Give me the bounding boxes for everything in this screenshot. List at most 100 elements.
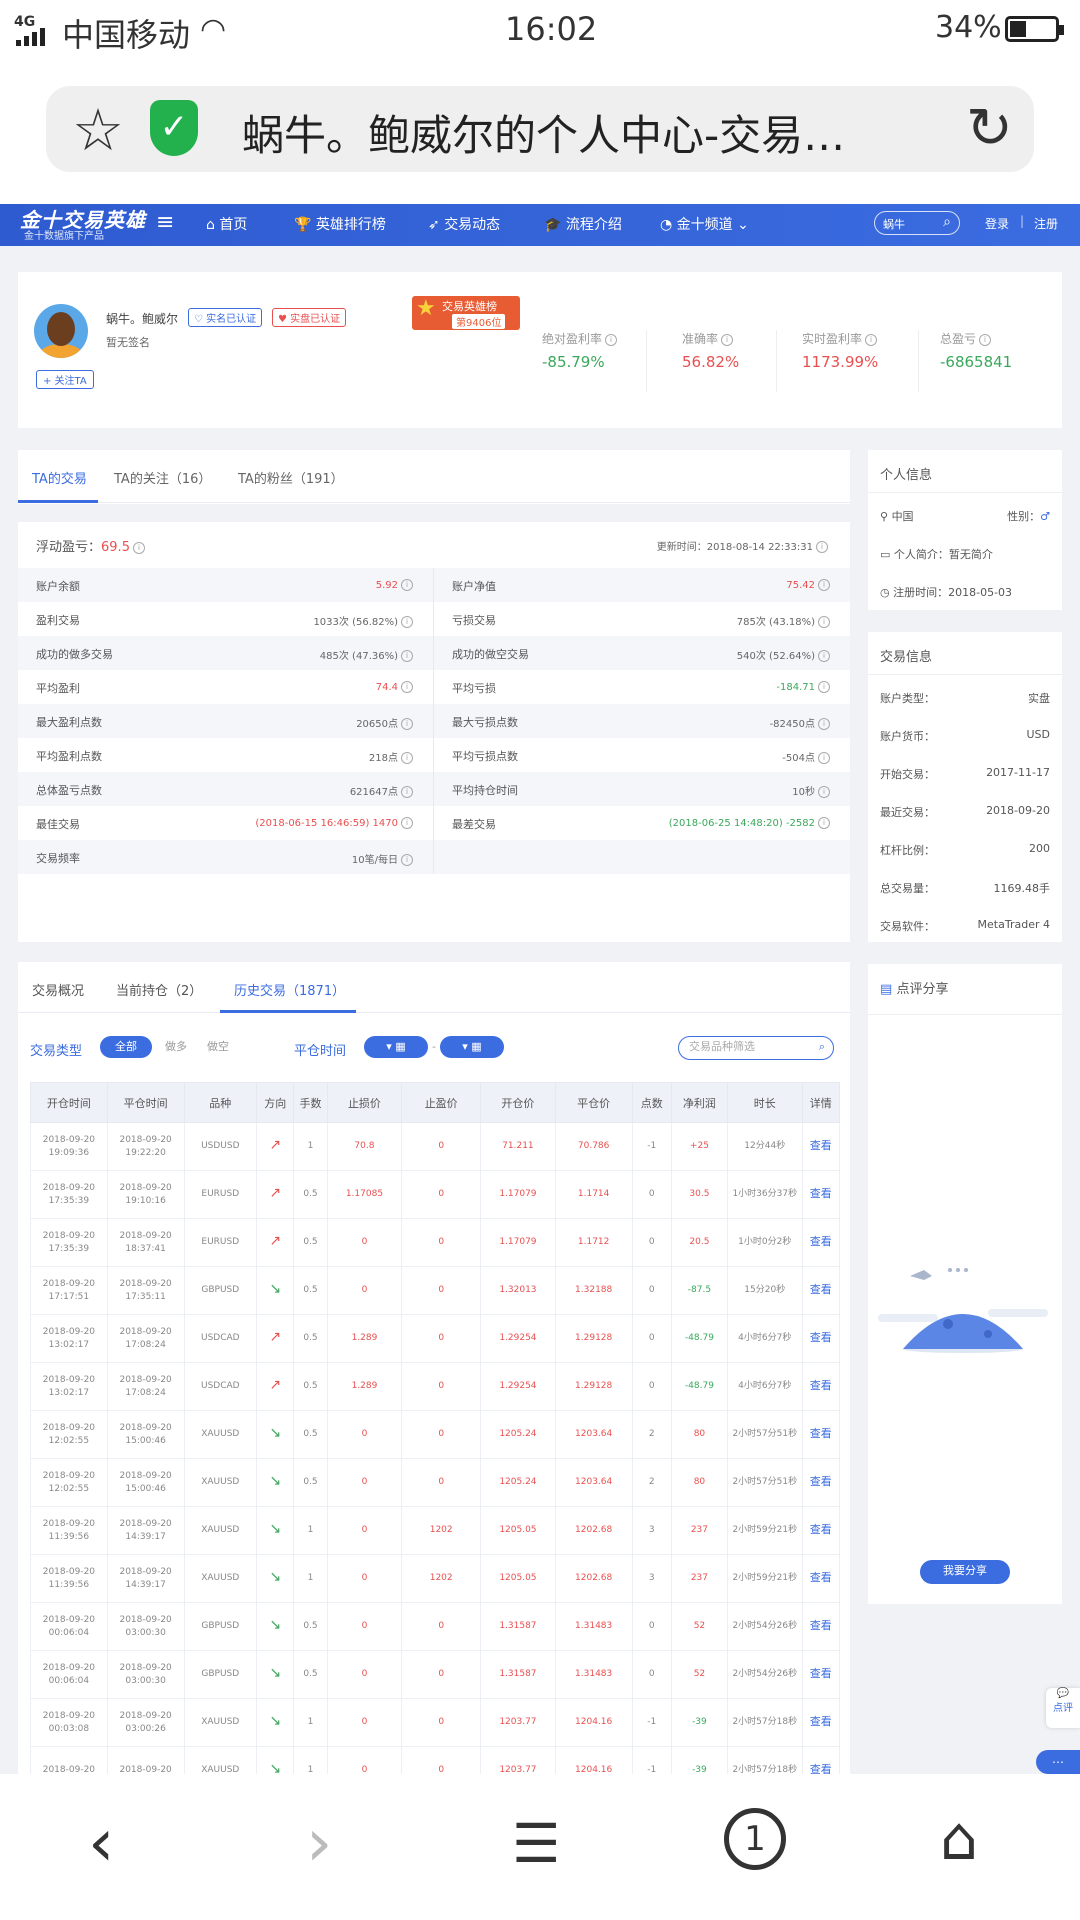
menu-list-icon[interactable]: ≡ <box>156 210 174 235</box>
info-icon[interactable]: i <box>401 579 413 591</box>
column-header: 止盈价 <box>401 1082 482 1123</box>
tab-overview[interactable]: 交易概况 <box>32 980 84 999</box>
search-icon[interactable]: ⌕ <box>943 214 951 230</box>
info-icon[interactable]: i <box>401 616 413 628</box>
table-cell[interactable]: 查看 <box>801 1122 841 1171</box>
info-icon[interactable]: i <box>818 650 830 662</box>
table-cell[interactable]: 查看 <box>801 1410 841 1459</box>
filter-long[interactable]: 做多 <box>156 1036 196 1058</box>
nav-dynamics[interactable]: ➶ 交易动态 <box>428 214 500 234</box>
bookmark-star-icon[interactable]: ☆ <box>72 96 124 164</box>
table-cell[interactable]: 查看 <box>801 1314 841 1363</box>
cell-detail[interactable]: 查看 <box>810 1379 832 1392</box>
login-link[interactable]: 登录 <box>985 215 1009 232</box>
table-cell[interactable]: 查看 <box>801 1506 841 1555</box>
table-cell[interactable]: 查看 <box>801 1602 841 1651</box>
info-icon[interactable]: i <box>818 752 830 764</box>
tab-ta-trades[interactable]: TA的交易 <box>32 468 87 487</box>
cell-detail[interactable]: 查看 <box>810 1715 832 1728</box>
cell-detail[interactable]: 查看 <box>810 1139 832 1152</box>
table-cell[interactable]: 查看 <box>801 1458 841 1507</box>
nav-channel[interactable]: ◔ 金十频道 ⌄ <box>660 214 749 234</box>
cell-detail[interactable]: 查看 <box>810 1571 832 1584</box>
table-cell[interactable]: 查看 <box>801 1746 841 1774</box>
table-cell: 1202 <box>401 1506 482 1555</box>
menu-icon[interactable]: ☰ <box>512 1812 560 1875</box>
floating-comment-widget[interactable]: 💬 点评 <box>1046 1688 1080 1728</box>
info-icon[interactable]: i <box>401 681 413 693</box>
avatar[interactable] <box>34 304 88 358</box>
info-icon[interactable]: i <box>818 817 830 829</box>
hero-label: 交易英雄榜 <box>442 300 497 313</box>
tab-positions[interactable]: 当前持仓（2） <box>116 980 202 999</box>
tab-history[interactable]: 历史交易（1871） <box>234 980 345 999</box>
info-icon[interactable]: i <box>818 718 830 730</box>
browser-address-bar[interactable]: ☆ ✓ 蜗牛。鲍威尔的个人中心-交易… ↻ <box>46 86 1034 172</box>
info-icon[interactable]: i <box>818 579 830 591</box>
info-icon[interactable]: i <box>401 718 413 730</box>
info-icon[interactable]: i <box>818 681 830 693</box>
date-end-picker[interactable]: ▾ ▦ <box>440 1036 504 1058</box>
nav-ranking[interactable]: 🏆 英雄排行榜 <box>294 214 386 234</box>
table-cell: +25 <box>670 1122 728 1171</box>
cell-detail[interactable]: 查看 <box>810 1667 832 1680</box>
stat-label: 交易频率 <box>36 852 80 865</box>
info-icon[interactable]: i <box>401 854 413 866</box>
filter-all[interactable]: 全部 <box>100 1036 152 1058</box>
table-cell[interactable]: 查看 <box>801 1554 841 1603</box>
cell-detail[interactable]: 查看 <box>810 1331 832 1344</box>
comment-icon: ▤ <box>880 982 893 997</box>
follow-button[interactable]: + 关注TA <box>36 370 94 389</box>
info-icon[interactable]: i <box>979 333 992 346</box>
nav-home[interactable]: ⌂ 首页 <box>206 214 247 234</box>
table-cell[interactable]: 查看 <box>801 1266 841 1315</box>
info-icon[interactable]: i <box>818 616 830 628</box>
info-icon[interactable]: i <box>605 333 618 346</box>
cell-detail[interactable]: 查看 <box>810 1523 832 1536</box>
cell-detail[interactable]: 查看 <box>810 1235 832 1248</box>
info-icon[interactable]: i <box>132 541 145 554</box>
home-icon[interactable]: ⌂ <box>940 1804 978 1874</box>
filter-short[interactable]: 做空 <box>198 1036 238 1058</box>
stats-cell: 成功的做空交易 540次 (52.64%) i <box>434 636 850 670</box>
info-icon[interactable]: i <box>818 786 830 798</box>
info-icon[interactable]: i <box>865 333 878 346</box>
date-start-picker[interactable]: ▾ ▦ <box>364 1036 428 1058</box>
table-cell[interactable]: 查看 <box>801 1170 841 1219</box>
info-icon[interactable]: i <box>401 786 413 798</box>
cell-detail[interactable]: 查看 <box>810 1475 832 1488</box>
info-icon[interactable]: i <box>401 752 413 764</box>
stat-value: 74.4 <box>375 682 398 693</box>
forward-icon[interactable]: › <box>306 1804 332 1881</box>
cell-detail[interactable]: 查看 <box>810 1283 832 1296</box>
table-row: 2018-09-20 13:02:17 2018-09-20 17:08:24 US… <box>30 1314 841 1363</box>
chat-bubble-button[interactable]: ⋯ <box>1036 1750 1080 1774</box>
table-cell: 2018-09-20 00:06:04 <box>30 1602 108 1651</box>
back-icon[interactable]: ‹ <box>88 1804 114 1881</box>
reload-icon[interactable]: ↻ <box>966 96 1013 161</box>
table-cell[interactable]: 查看 <box>801 1218 841 1267</box>
symbol-filter-input[interactable]: 交易品种筛选 ⌕ <box>678 1036 834 1060</box>
trend-down-icon: ↘ <box>269 1713 282 1729</box>
tab-ta-fans[interactable]: TA的粉丝（191） <box>238 468 344 487</box>
table-cell[interactable]: 查看 <box>801 1650 841 1699</box>
nav-process[interactable]: 🎓 流程介绍 <box>544 214 622 234</box>
tabs-count-icon[interactable]: 1 <box>724 1808 786 1870</box>
search-icon[interactable]: ⌕ <box>819 1037 825 1057</box>
cell-detail[interactable]: 查看 <box>810 1619 832 1632</box>
tab-ta-following[interactable]: TA的关注（16） <box>114 468 211 487</box>
table-cell[interactable]: 查看 <box>801 1362 841 1411</box>
nav-search-input[interactable]: 蜗牛 ⌕ <box>874 211 960 235</box>
hero-rank-badge[interactable]: ★ 交易英雄榜 第9406位 <box>412 296 520 330</box>
table-cell[interactable]: 查看 <box>801 1698 841 1747</box>
register-link[interactable]: 注册 <box>1034 215 1058 232</box>
info-icon[interactable]: i <box>401 817 413 829</box>
cell-detail[interactable]: 查看 <box>810 1187 832 1200</box>
info-icon[interactable]: i <box>721 333 734 346</box>
cell-detail[interactable]: 查看 <box>810 1763 832 1774</box>
share-button[interactable]: 我要分享 <box>920 1560 1010 1584</box>
info-icon[interactable]: i <box>401 650 413 662</box>
info-icon[interactable]: i <box>816 541 828 553</box>
page-title[interactable]: 蜗牛。鲍威尔的个人中心-交易… <box>242 102 962 163</box>
cell-detail[interactable]: 查看 <box>810 1427 832 1440</box>
